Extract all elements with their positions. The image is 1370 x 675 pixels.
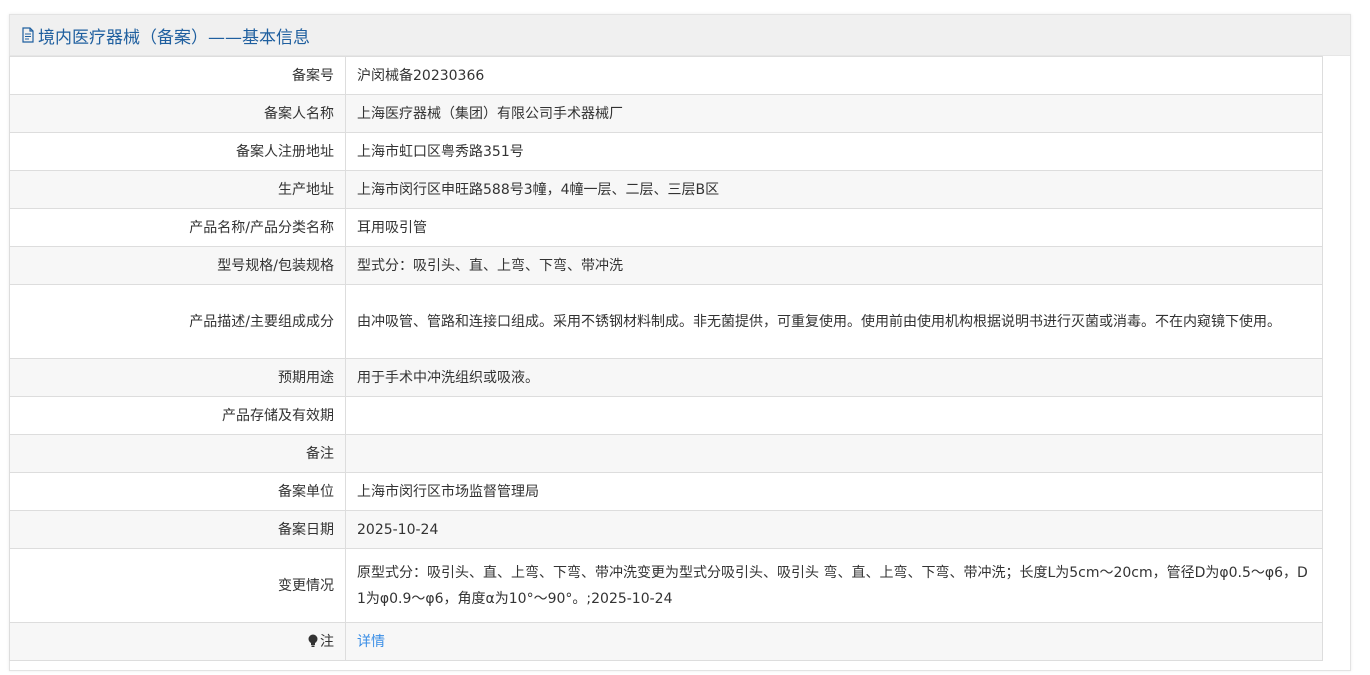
note-value-cell: 详情 — [345, 622, 1323, 661]
row-label: 备案人注册地址 — [9, 132, 346, 171]
info-table: 备案号 沪闵械备20230366 备案人名称 上海医疗器械（集团）有限公司手术器… — [9, 56, 1323, 661]
row-value: 上海市虹口区粤秀路351号 — [345, 132, 1323, 171]
panel-header: 境内医疗器械（备案）——基本信息 — [10, 15, 1350, 56]
row-label: 生产地址 — [9, 170, 346, 209]
row-value: 用于手术中冲洗组织或吸液。 — [345, 358, 1323, 397]
table-row: 备案单位 上海市闵行区市场监督管理局 — [9, 472, 1323, 511]
row-value — [345, 434, 1323, 473]
note-label-cell: 注 — [9, 622, 346, 661]
table-row: 备案日期 2025-10-24 — [9, 510, 1323, 549]
table-row: 备案人注册地址 上海市虹口区粤秀路351号 — [9, 132, 1323, 171]
row-value: 由冲吸管、管路和连接口组成。采用不锈钢材料制成。非无菌提供，可重复使用。使用前由… — [345, 284, 1323, 359]
note-label: 注 — [320, 633, 334, 650]
row-value: 耳用吸引管 — [345, 208, 1323, 247]
table-row: 备案号 沪闵械备20230366 — [9, 56, 1323, 95]
row-value: 型式分：吸引头、直、上弯、下弯、带冲洗 — [345, 246, 1323, 285]
table-row: 产品名称/产品分类名称 耳用吸引管 — [9, 208, 1323, 247]
table-row: 产品存储及有效期 — [9, 396, 1323, 435]
table-row: 备案人名称 上海医疗器械（集团）有限公司手术器械厂 — [9, 94, 1323, 133]
row-label: 备案单位 — [9, 472, 346, 511]
row-label: 备注 — [9, 434, 346, 473]
row-label: 预期用途 — [9, 358, 346, 397]
row-label: 备案日期 — [9, 510, 346, 549]
row-label: 型号规格/包装规格 — [9, 246, 346, 285]
row-label: 变更情况 — [9, 548, 346, 623]
row-label: 产品描述/主要组成成分 — [9, 284, 346, 359]
row-value: 原型式分：吸引头、直、上弯、下弯、带冲洗变更为型式分吸引头、吸引头 弯、直、上弯… — [345, 548, 1323, 623]
table-row: 预期用途 用于手术中冲洗组织或吸液。 — [9, 358, 1323, 397]
row-label: 备案人名称 — [9, 94, 346, 133]
page-title: 境内医疗器械（备案）——基本信息 — [38, 27, 310, 48]
row-value — [345, 396, 1323, 435]
table-row: 产品描述/主要组成成分 由冲吸管、管路和连接口组成。采用不锈钢材料制成。非无菌提… — [9, 284, 1323, 359]
row-value: 上海市闵行区市场监督管理局 — [345, 472, 1323, 511]
document-icon — [22, 27, 34, 43]
row-label: 产品存储及有效期 — [9, 396, 346, 435]
info-table-wrapper: 备案号 沪闵械备20230366 备案人名称 上海医疗器械（集团）有限公司手术器… — [9, 56, 1323, 661]
row-value: 2025-10-24 — [345, 510, 1323, 549]
table-row: 备注 — [9, 434, 1323, 473]
row-value: 上海市闵行区申旺路588号3幢，4幢一层、二层、三层B区 — [345, 170, 1323, 209]
table-row-note: 注 详情 — [9, 622, 1323, 661]
lightbulb-icon — [308, 634, 318, 647]
table-row: 变更情况 原型式分：吸引头、直、上弯、下弯、带冲洗变更为型式分吸引头、吸引头 弯… — [9, 548, 1323, 623]
row-label: 备案号 — [9, 56, 346, 95]
table-row: 型号规格/包装规格 型式分：吸引头、直、上弯、下弯、带冲洗 — [9, 246, 1323, 285]
row-value: 上海医疗器械（集团）有限公司手术器械厂 — [345, 94, 1323, 133]
table-row: 生产地址 上海市闵行区申旺路588号3幢，4幢一层、二层、三层B区 — [9, 170, 1323, 209]
row-label: 产品名称/产品分类名称 — [9, 208, 346, 247]
details-link[interactable]: 详情 — [357, 634, 385, 650]
row-value: 沪闵械备20230366 — [345, 56, 1323, 95]
